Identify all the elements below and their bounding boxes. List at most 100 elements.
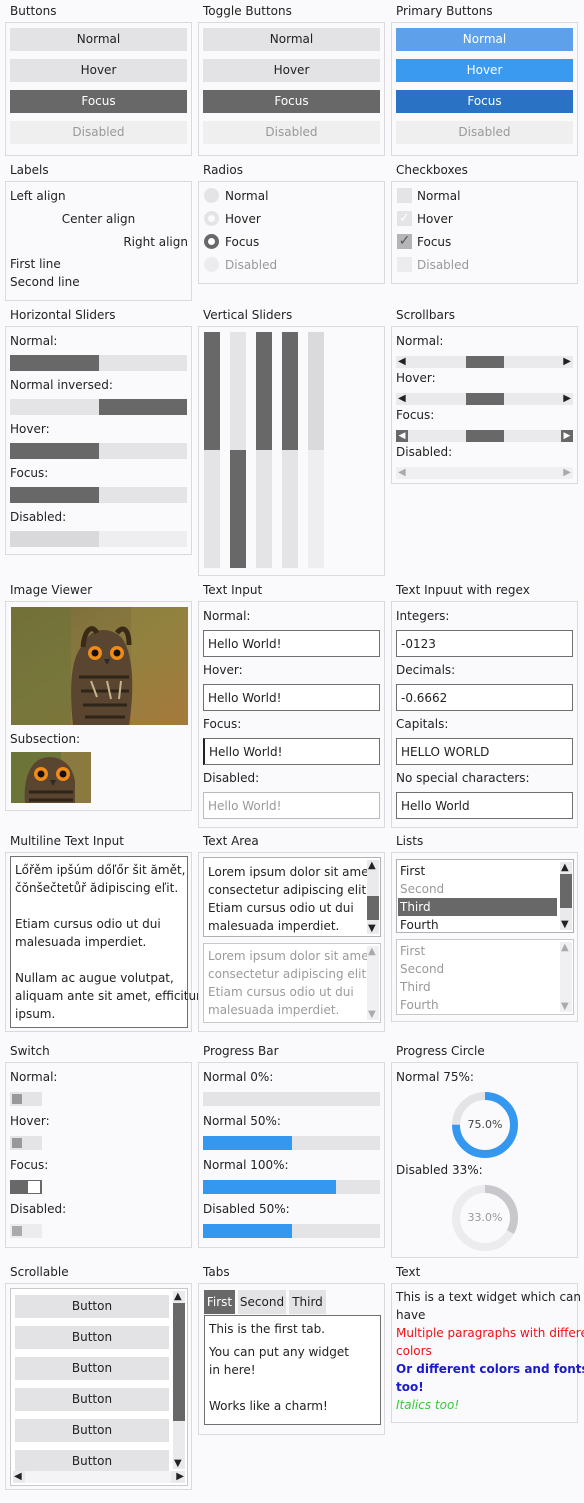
textarea-disabled: Lorem ipsum dolor sit amet, consectetur … bbox=[203, 943, 381, 1023]
list-item[interactable]: First bbox=[400, 862, 555, 880]
list-item[interactable]: Second bbox=[400, 880, 555, 898]
textarea-line: consectetur adipiscing elit. bbox=[208, 967, 370, 981]
scroll-thumb[interactable] bbox=[466, 430, 504, 442]
tab-third[interactable]: Third bbox=[289, 1290, 326, 1314]
hscrollbar-normal[interactable]: ◀ ▶ bbox=[396, 356, 573, 368]
scroll-up-icon[interactable]: ▲ bbox=[561, 863, 569, 873]
scrollable-button[interactable]: Button bbox=[15, 1326, 169, 1349]
text-input-hover[interactable]: Hello World! bbox=[203, 684, 380, 711]
multiline-line: malesuada imperdiet. bbox=[15, 935, 147, 949]
scrollable-button[interactable]: Button bbox=[15, 1388, 169, 1411]
hslider-inversed[interactable] bbox=[10, 399, 187, 415]
multiline-input[interactable]: Lőřěm ipšúm dőľőr šit ămět, čŏnšečtetůř … bbox=[10, 856, 201, 1028]
primary-normal-button[interactable]: Normal bbox=[396, 28, 573, 51]
scrollable-hscrollbar[interactable]: ◀ ▶ bbox=[13, 1471, 185, 1483]
checkbox-focus[interactable]: ✓ bbox=[397, 234, 412, 249]
switch-focus-label: Focus: bbox=[10, 1158, 49, 1172]
tab-second[interactable]: Second bbox=[238, 1290, 286, 1314]
scroll-left-icon[interactable]: ◀ bbox=[398, 357, 406, 367]
scroll-right-icon[interactable]: ▶ bbox=[563, 394, 571, 404]
list-item-selected[interactable]: Third bbox=[398, 898, 557, 916]
multiline-line: Etiam cursus odio ut dui bbox=[15, 917, 161, 931]
vslider-normal[interactable] bbox=[204, 332, 220, 568]
scroll-up-icon: ▲ bbox=[561, 942, 569, 953]
checkbox-normal[interactable] bbox=[397, 188, 412, 203]
integers-input[interactable]: -0123 bbox=[396, 630, 573, 657]
vslider-inversed[interactable] bbox=[230, 332, 246, 568]
scrollable-title: Scrollable bbox=[10, 1265, 69, 1279]
owl-image[interactable] bbox=[11, 607, 188, 725]
scroll-down-icon[interactable]: ▼ bbox=[561, 920, 569, 930]
switch-disabled-label: Disabled: bbox=[10, 1202, 67, 1216]
image-subsection-label: Subsection: bbox=[10, 732, 81, 746]
toggle-normal-button[interactable]: Normal bbox=[203, 28, 380, 51]
radio-focus[interactable] bbox=[204, 234, 219, 249]
radio-normal[interactable] bbox=[204, 188, 219, 203]
hslider-normal[interactable] bbox=[10, 355, 187, 371]
scroll-left-icon[interactable]: ◀ bbox=[396, 430, 408, 442]
scrollable-vscrollbar[interactable]: ▲ ▼ bbox=[173, 1291, 185, 1469]
checkbox-hover[interactable]: ✓ bbox=[397, 211, 412, 226]
toggle-focus-button[interactable]: Focus bbox=[203, 90, 380, 113]
scroll-thumb[interactable] bbox=[466, 356, 504, 368]
list-normal[interactable]: First Second Third Fourth ▲ ▼ bbox=[396, 859, 574, 933]
hslider-focus[interactable] bbox=[10, 487, 187, 503]
scroll-thumb[interactable] bbox=[367, 896, 379, 920]
textarea-normal[interactable]: Lorem ipsum dolor sit amet, consectetur … bbox=[203, 857, 381, 937]
text-input-focus[interactable]: Hello World! bbox=[203, 738, 380, 765]
scroll-right-icon[interactable]: ▶ bbox=[176, 1472, 184, 1482]
switch-hover[interactable] bbox=[10, 1136, 42, 1150]
scrollable-button[interactable]: Button bbox=[15, 1357, 169, 1380]
scroll-down-icon[interactable]: ▼ bbox=[174, 1459, 182, 1469]
primary-hover-button[interactable]: Hover bbox=[396, 59, 573, 82]
scroll-down-icon[interactable]: ▼ bbox=[368, 924, 376, 934]
hsliders-panel: Normal: Normal inversed: Hover: Focus: D… bbox=[5, 326, 192, 555]
capitals-input[interactable]: HELLO WORLD bbox=[396, 738, 573, 765]
scroll-thumb[interactable] bbox=[560, 874, 572, 908]
text-input-disabled: Hello World! bbox=[203, 792, 380, 819]
owl-subsection-image[interactable] bbox=[11, 752, 91, 803]
focus-button[interactable]: Focus bbox=[10, 90, 187, 113]
hscrollbar-hover[interactable]: ◀ ▶ bbox=[396, 393, 573, 405]
tab-content: This is the first tab. You can put any w… bbox=[204, 1315, 381, 1425]
normal-button[interactable]: Normal bbox=[10, 28, 187, 51]
list-item[interactable]: Fourth bbox=[400, 916, 555, 934]
tab-line: You can put any widget bbox=[209, 1345, 349, 1359]
decimals-input[interactable]: -0.6662 bbox=[396, 684, 573, 711]
tab-line: in here! bbox=[209, 1363, 256, 1377]
scrollable-area[interactable]: Button Button Button Button Button Butto… bbox=[10, 1288, 188, 1486]
radio-hover[interactable] bbox=[204, 211, 219, 226]
vslider-focus[interactable] bbox=[282, 332, 298, 568]
scroll-left-icon[interactable]: ◀ bbox=[14, 1472, 22, 1482]
scrollable-button[interactable]: Button bbox=[15, 1295, 169, 1318]
scrollable-button[interactable]: Button bbox=[15, 1419, 169, 1442]
scroll-thumb[interactable] bbox=[25, 1471, 171, 1483]
scrollable-button[interactable]: Button bbox=[15, 1450, 169, 1473]
vslider-hover[interactable] bbox=[256, 332, 272, 568]
scroll-up-icon[interactable]: ▲ bbox=[368, 861, 376, 871]
switch-normal[interactable] bbox=[10, 1092, 42, 1106]
textarea-title: Text Area bbox=[203, 834, 259, 848]
scroll-left-icon[interactable]: ◀ bbox=[398, 394, 406, 404]
toggle-hover-button[interactable]: Hover bbox=[203, 59, 380, 82]
scroll-thumb[interactable] bbox=[466, 393, 504, 405]
scroll-up-icon[interactable]: ▲ bbox=[174, 1292, 182, 1302]
textarea-line: consectetur adipiscing elit. bbox=[208, 883, 370, 897]
progress-bar-panel: Normal 0%: Normal 50%: Normal 100%: Disa… bbox=[198, 1062, 385, 1248]
tab-first[interactable]: First bbox=[204, 1290, 235, 1314]
toggle-buttons-panel: Normal Hover Focus Disabled bbox=[198, 22, 385, 156]
no-special-input[interactable]: Hello World bbox=[396, 792, 573, 819]
hover-button[interactable]: Hover bbox=[10, 59, 187, 82]
scroll-right-icon[interactable]: ▶ bbox=[561, 430, 573, 442]
progress-circle-panel: Normal 75%: 75.0% Disabled 33%: 33.0% bbox=[391, 1062, 578, 1258]
hslider-hover[interactable] bbox=[10, 443, 187, 459]
scroll-right-icon[interactable]: ▶ bbox=[563, 357, 571, 367]
hscrollbar-focus[interactable]: ◀ ▶ bbox=[396, 430, 573, 442]
list-scrollbar[interactable]: ▲ ▼ bbox=[560, 862, 572, 930]
textarea-scrollbar[interactable]: ▲ ▼ bbox=[367, 860, 379, 934]
text-input-normal[interactable]: Hello World! bbox=[203, 630, 380, 657]
scroll-thumb[interactable] bbox=[173, 1303, 185, 1421]
primary-focus-button[interactable]: Focus bbox=[396, 90, 573, 113]
vslider-disabled bbox=[308, 332, 324, 568]
switch-focus[interactable] bbox=[10, 1180, 42, 1194]
